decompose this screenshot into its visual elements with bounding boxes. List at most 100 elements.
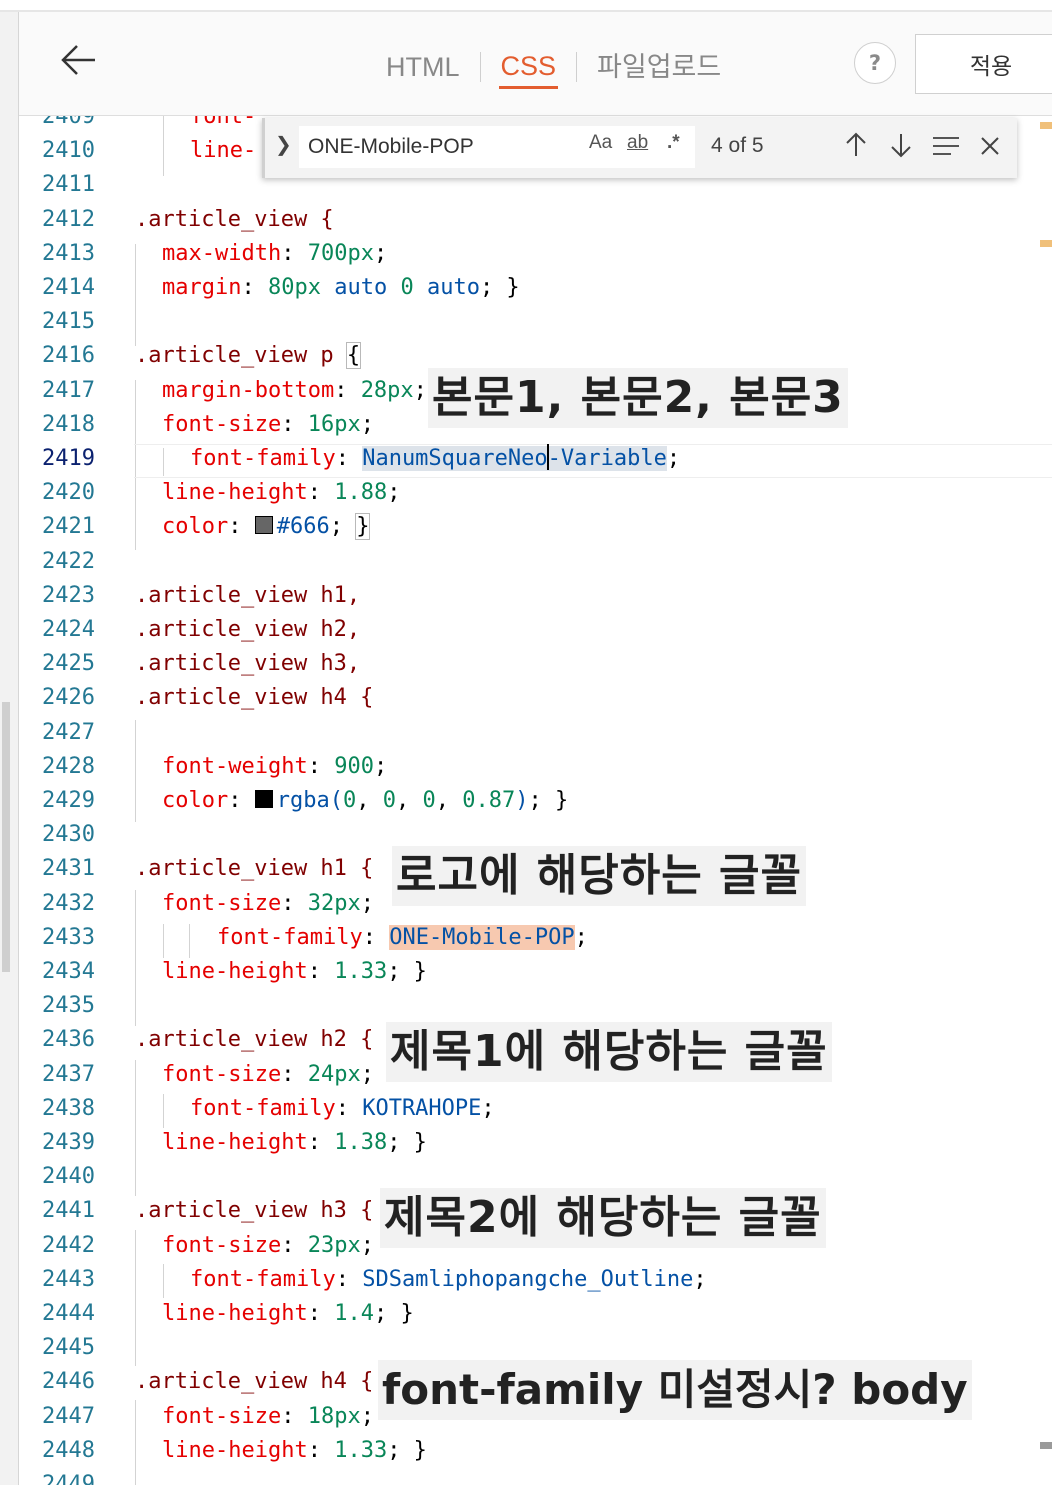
arrow-up-icon [846,132,866,156]
line-number: 2419 [42,446,95,471]
line-number: 2430 [42,822,95,847]
find-in-selection-button[interactable] [929,128,963,164]
find-widget: ❯ ONE-Mobile-POP Aa ab .* 4 of 5 [262,118,1017,178]
code-editor[interactable]: 2409 2410 2411 2412 2413 2414 2415 2416 … [19,116,1052,1485]
close-find-button[interactable] [973,128,1007,164]
previous-match-button[interactable] [839,128,873,164]
indent-guide [135,720,136,822]
line-number: 2413 [42,241,95,266]
line-number: 2412 [42,207,95,232]
chevron-right-icon[interactable]: ❯ [275,132,292,156]
line-number: 2414 [42,275,95,300]
tab-divider [479,52,481,82]
line-number: 2439 [42,1130,95,1155]
annotation-logo-font: 로고에 해당하는 글꼴 [392,846,806,906]
code-line: font- [190,116,257,129]
indent-guide [135,1060,136,1196]
code-line: .article_view h2 { [135,1027,374,1052]
line-number: 2427 [42,720,95,745]
line-number: 2434 [42,959,95,984]
tab-html[interactable]: HTML [384,45,462,89]
line-number: 2424 [42,617,95,642]
color-swatch[interactable] [254,516,273,534]
arrow-down-icon [891,134,911,158]
line-number: 2426 [42,685,95,710]
line-number: 2448 [42,1438,95,1463]
code-line: .article_view p { [135,342,362,369]
line-number: 2420 [42,480,95,505]
code-line: color: rgba(0, 0, 0, 0.87); } [162,788,569,813]
tab-css[interactable]: CSS [498,46,559,89]
arrow-left-icon [61,45,95,75]
line-number: 2438 [42,1096,95,1121]
indent-guide [135,244,136,346]
line-number: 2432 [42,891,95,916]
code-line: font-size: 18px; [162,1404,374,1429]
code-line: color: #666; } [162,513,371,540]
line-number: 2409 [42,116,95,129]
close-icon [981,137,999,155]
whole-word-toggle[interactable]: ab [627,132,648,154]
line-number: 2429 [42,788,95,813]
code-line: font-family: SDSamliphopangche_Outline; [190,1267,707,1292]
code-line: .article_view h1 { [135,856,374,881]
code-line: font-size: 23px; [162,1233,374,1258]
line-number: 2433 [42,925,95,950]
match-count: 4 of 5 [711,134,764,157]
code-line: font-size: 24px; [162,1062,374,1087]
left-scrollbar-thumb[interactable] [2,702,10,972]
color-swatch[interactable] [254,790,273,808]
next-match-button[interactable] [884,128,918,164]
code-line: .article_view h3, [135,651,361,676]
line-number: 2436 [42,1027,95,1052]
indent-guide [163,1094,164,1128]
line-number: 2422 [42,549,95,574]
code-line: max-width: 700px; [162,241,388,266]
left-scrollbar[interactable] [0,12,19,1485]
line-number: 2428 [42,754,95,779]
text-caret [546,444,549,470]
line-number: 2416 [42,343,95,368]
back-button[interactable] [57,38,101,82]
code-line: font-size: 32px; [162,891,374,916]
line-number: 2425 [42,651,95,676]
tab-divider [576,52,578,82]
line-number: 2423 [42,583,95,608]
code-line: line-height: 1.88; [162,480,401,505]
code-line: .article_view h4 { [135,1369,374,1394]
code-line: margin: 80px auto 0 auto; } [162,275,520,300]
annotation-body-fonts: 본문1, 본문2, 본문3 [428,368,848,428]
line-number: 2445 [42,1335,95,1360]
window-top-strip [0,0,1052,12]
line-number: 2437 [42,1062,95,1087]
help-button[interactable]: ? [854,42,896,84]
match-case-toggle[interactable]: Aa [589,132,612,154]
line-number: 2435 [42,993,95,1018]
code-line: font-family: ONE-Mobile-POP; [217,925,588,950]
line-number: 2442 [42,1233,95,1258]
indent-guide [163,116,164,176]
overview-ruler-mark [1040,240,1052,247]
line-number: 2447 [42,1404,95,1429]
indent-guide [135,1230,136,1366]
code-line: font-weight: 900; [162,754,388,779]
code-line: .article_view { [135,207,334,232]
line-number: 2417 [42,378,95,403]
overview-ruler-mark [1040,122,1052,129]
annotation-title1-font: 제목1에 해당하는 글꼴 [386,1022,832,1082]
line-number: 2446 [42,1369,95,1394]
regex-toggle[interactable]: .* [667,132,680,154]
indent-guide [163,1264,164,1298]
apply-button[interactable]: 적용 [915,34,1052,94]
code-line: line-height: 1.33; } [162,1438,427,1463]
code-line: font-family: KOTRAHOPE; [190,1096,495,1121]
code-line: font-family: NanumSquareNeo-Variable; [190,444,681,471]
editor-tabs: HTML CSS 파일업로드 [384,42,723,92]
selection-lines-icon [933,137,959,155]
code-line: margin-bottom: 28px; [162,378,427,403]
tab-file-upload[interactable]: 파일업로드 [595,45,723,89]
code-line: line- [190,138,257,163]
line-number: 2411 [42,172,95,197]
line-number: 2443 [42,1267,95,1292]
indent-guide [163,924,164,958]
